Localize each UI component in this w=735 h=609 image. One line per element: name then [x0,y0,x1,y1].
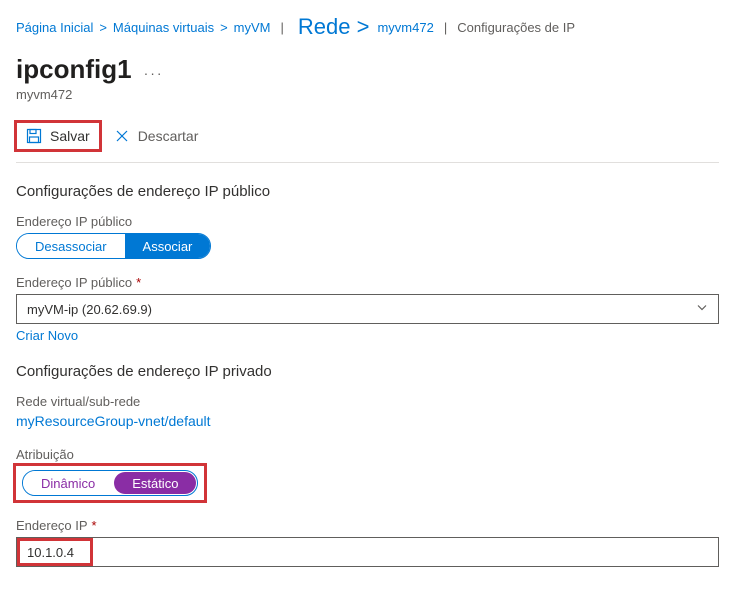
assignment-label: Atribuição [16,447,719,462]
close-icon [114,128,130,144]
disassociate-option[interactable]: Desassociar [17,234,125,258]
assignment-highlight-box: Dinâmico Estático [16,466,204,500]
associate-toggle: Desassociar Associar [16,233,211,259]
public-ip-address-label: Endereço IP público [16,214,719,229]
page-subtitle: myvm472 [16,87,719,102]
discard-label: Descartar [138,128,199,144]
private-ip-heading: Configurações de endereço IP privado [16,363,719,380]
breadcrumb-home[interactable]: Página Inicial [16,20,93,35]
ip-address-input[interactable] [27,545,708,560]
static-option[interactable]: Estático [114,472,196,494]
toolbar: Salvar Descartar [16,122,719,163]
breadcrumb-pipe: | [444,20,447,35]
discard-button[interactable]: Descartar [104,122,209,150]
breadcrumb-vms[interactable]: Máquinas virtuais [113,20,214,35]
chevron-down-icon [696,302,708,317]
ip-address-input-wrap [16,537,719,567]
public-ip-select-label: Endereço IP público* [16,275,719,290]
breadcrumb-pipe: | [281,20,284,35]
breadcrumb: Página Inicial > Máquinas virtuais > myV… [16,8,719,46]
breadcrumb-current: Configurações de IP [457,20,575,35]
assignment-toggle: Dinâmico Estático [22,470,198,496]
private-ip-section: Configurações de endereço IP privado Red… [16,363,719,567]
public-ip-heading: Configurações de endereço IP público [16,183,719,200]
more-options-button[interactable]: ··· [144,65,164,81]
breadcrumb-vm-name[interactable]: myVM [234,20,271,35]
public-ip-select[interactable]: myVM-ip (20.62.69.9) [16,294,719,324]
dynamic-option[interactable]: Dinâmico [23,471,113,495]
required-indicator: * [92,518,97,533]
breadcrumb-network-highlight[interactable]: Rede > [294,14,374,40]
public-ip-section: Configurações de endereço IP público End… [16,183,719,343]
vnet-subnet-label: Rede virtual/sub-rede [16,394,719,409]
breadcrumb-separator: > [99,20,107,35]
breadcrumb-nic[interactable]: myvm472 [377,20,433,35]
save-label: Salvar [50,128,90,144]
breadcrumb-separator: > [220,20,228,35]
associate-option[interactable]: Associar [125,234,211,258]
save-icon [26,128,42,144]
vnet-subnet-value[interactable]: myResourceGroup-vnet/default [16,413,719,429]
public-ip-select-value: myVM-ip (20.62.69.9) [27,302,152,317]
save-button[interactable]: Salvar [16,122,100,150]
required-indicator: * [136,275,141,290]
page-title: ipconfig1 [16,54,132,85]
create-new-link[interactable]: Criar Novo [16,328,78,343]
ip-address-label: Endereço IP* [16,518,719,533]
